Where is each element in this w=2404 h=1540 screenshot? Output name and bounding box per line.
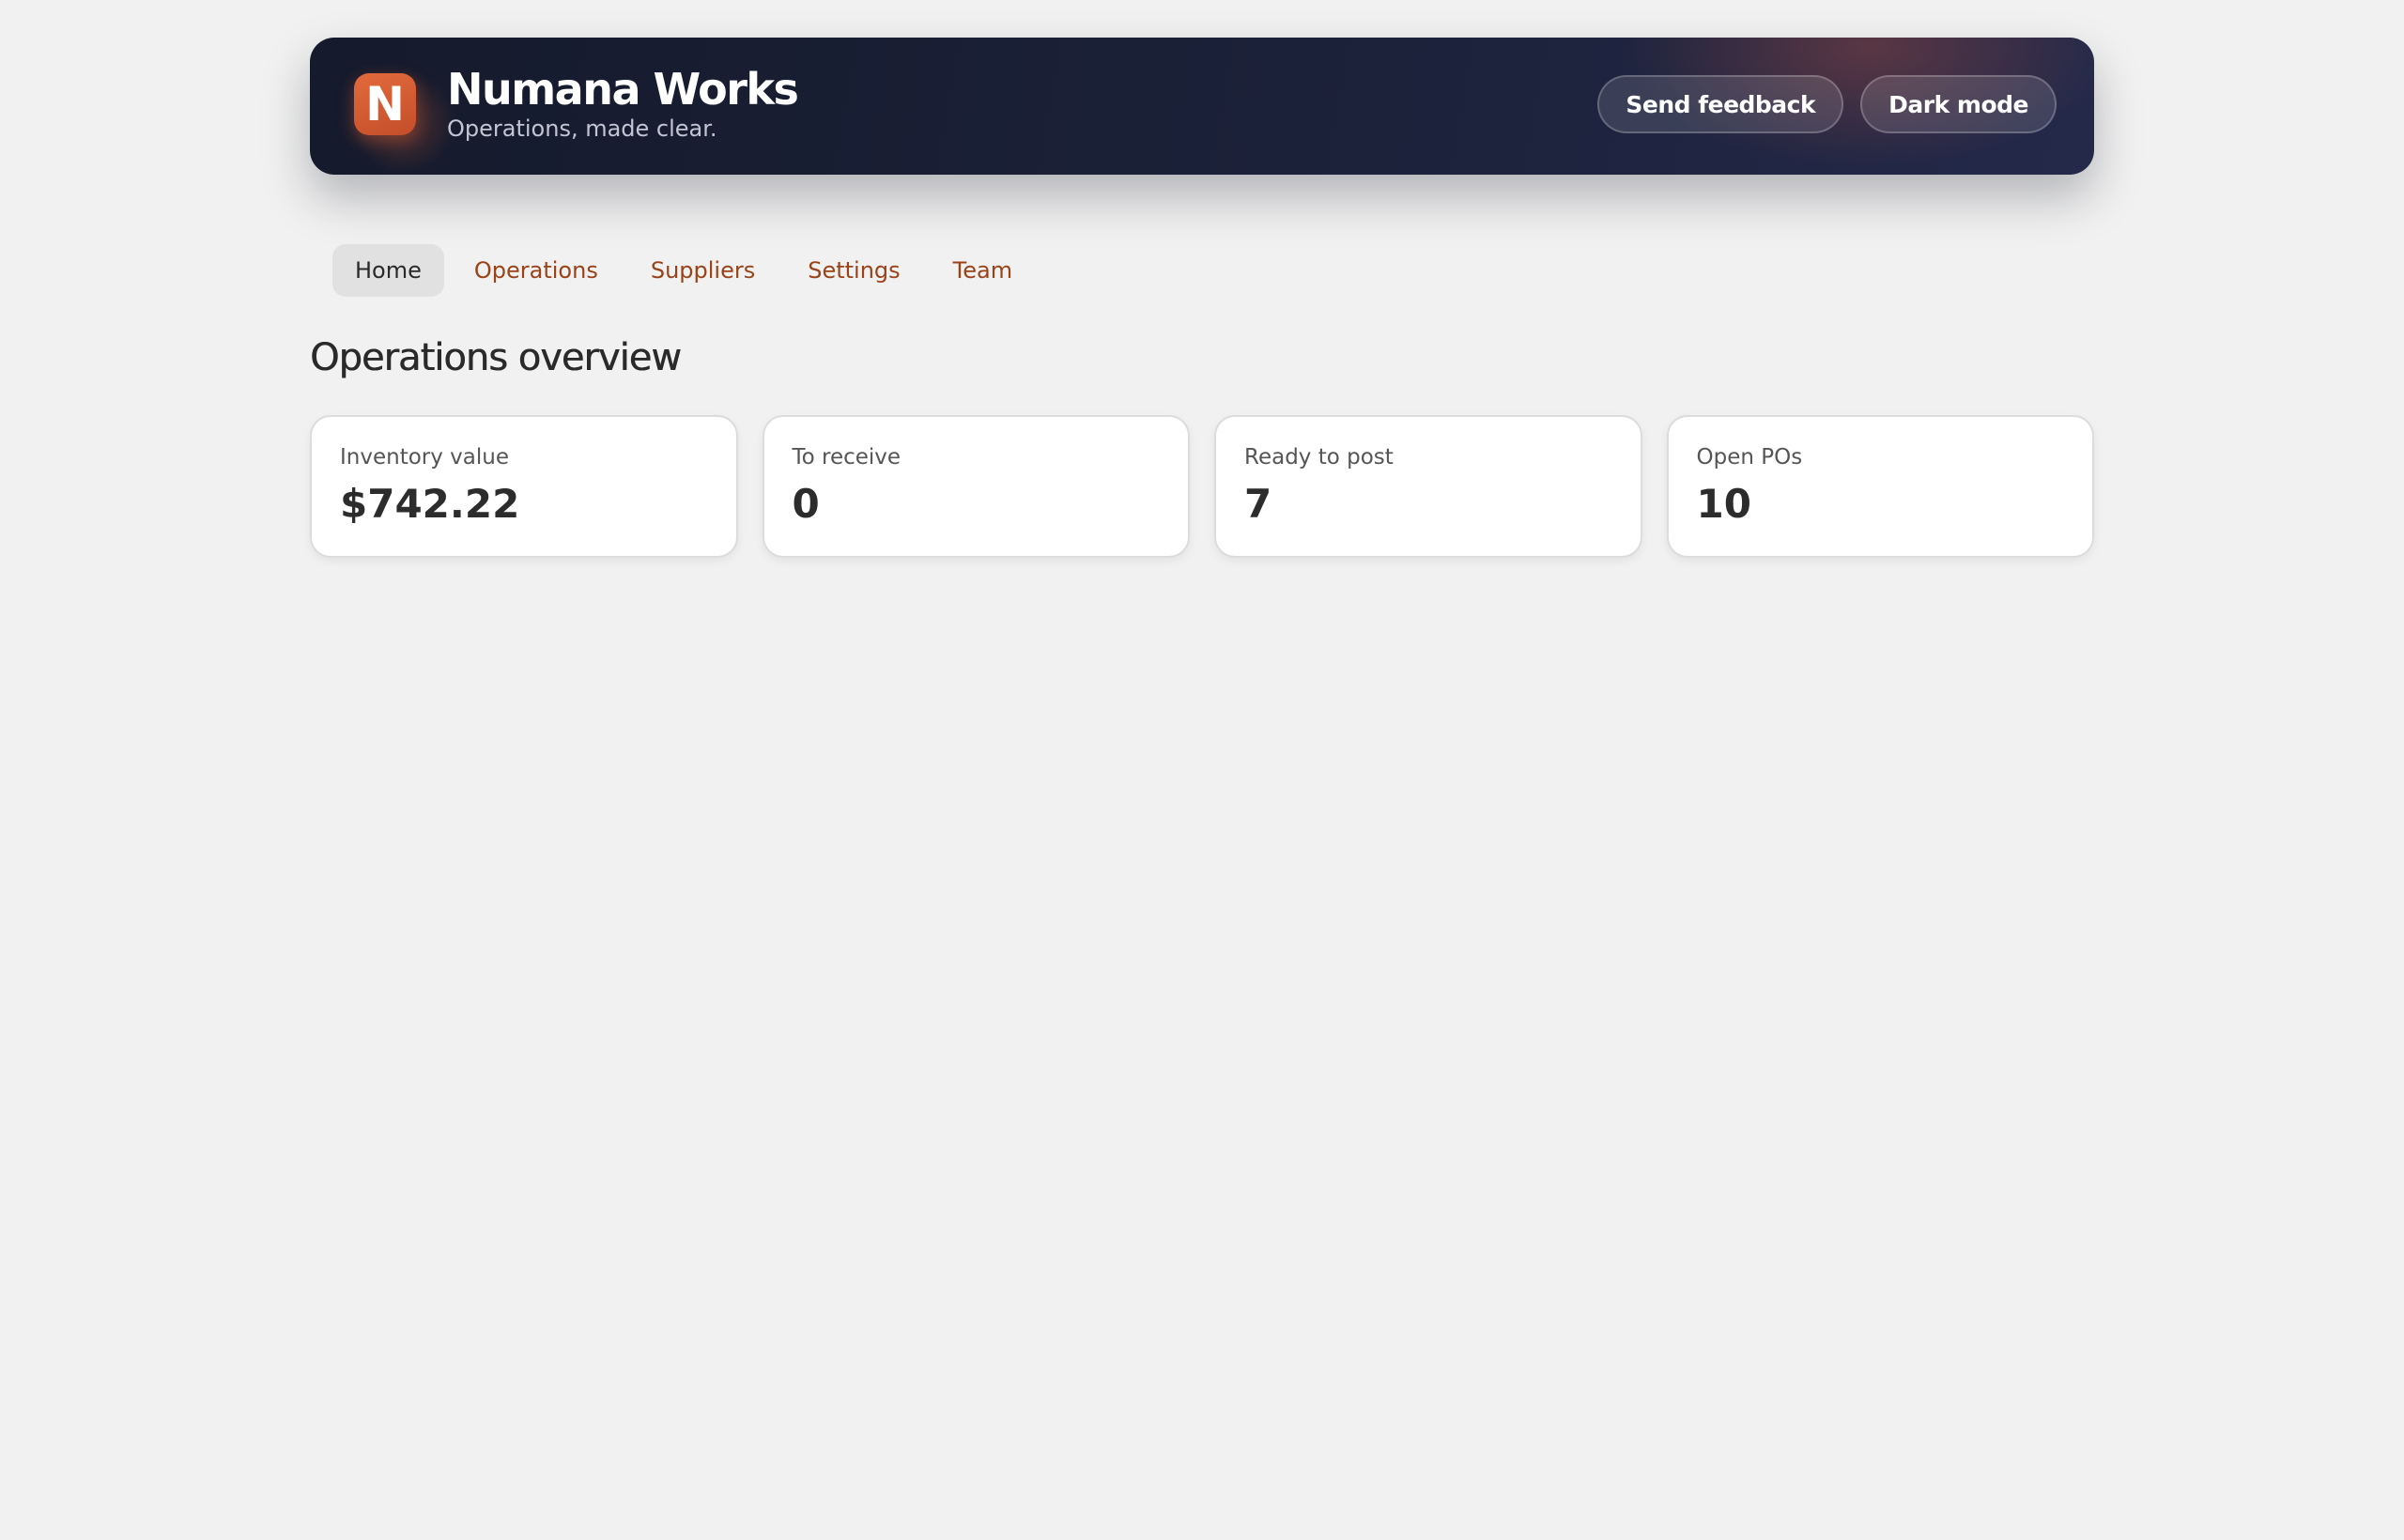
stat-card-open-pos: Open POs 10 xyxy=(1666,415,2094,558)
stat-value: 7 xyxy=(1244,480,1272,527)
nav-item-suppliers[interactable]: Suppliers xyxy=(628,244,778,297)
stat-value: 10 xyxy=(1696,480,1751,527)
dark-mode-button[interactable]: Dark mode xyxy=(1860,75,2057,133)
nav-item-settings[interactable]: Settings xyxy=(785,244,922,297)
brand: Numana Works Operations, made clear. xyxy=(447,64,799,142)
stat-card-ready-to-post: Ready to post 7 xyxy=(1214,415,1642,558)
app-header: N Numana Works Operations, made clear. S… xyxy=(310,38,2094,175)
stat-card-to-receive: To receive 0 xyxy=(762,415,1190,558)
stat-label: Inventory value xyxy=(340,445,509,470)
logo-letter: N xyxy=(365,77,405,131)
app-container: N Numana Works Operations, made clear. S… xyxy=(310,38,2094,558)
header-actions: Send feedback Dark mode xyxy=(1597,75,2057,133)
stat-label: Ready to post xyxy=(1244,445,1394,470)
stats-cards: Inventory value $742.22 To receive 0 Rea… xyxy=(310,415,2094,558)
stat-card-inventory-value: Inventory value $742.22 xyxy=(310,415,738,558)
main-nav: Home Operations Suppliers Settings Team xyxy=(332,244,1035,297)
brand-name: Numana Works xyxy=(447,64,799,115)
nav-item-operations[interactable]: Operations xyxy=(452,244,621,297)
page-title: Operations overview xyxy=(310,336,682,379)
nav-item-home[interactable]: Home xyxy=(332,244,444,297)
stat-label: Open POs xyxy=(1696,445,1803,470)
send-feedback-button[interactable]: Send feedback xyxy=(1597,75,1844,133)
nav-item-team[interactable]: Team xyxy=(931,244,1035,297)
stat-label: To receive xyxy=(792,445,902,470)
brand-tagline: Operations, made clear. xyxy=(447,115,717,142)
stat-value: $742.22 xyxy=(340,480,520,527)
logo-icon[interactable]: N xyxy=(354,73,416,135)
stat-value: 0 xyxy=(792,480,820,527)
